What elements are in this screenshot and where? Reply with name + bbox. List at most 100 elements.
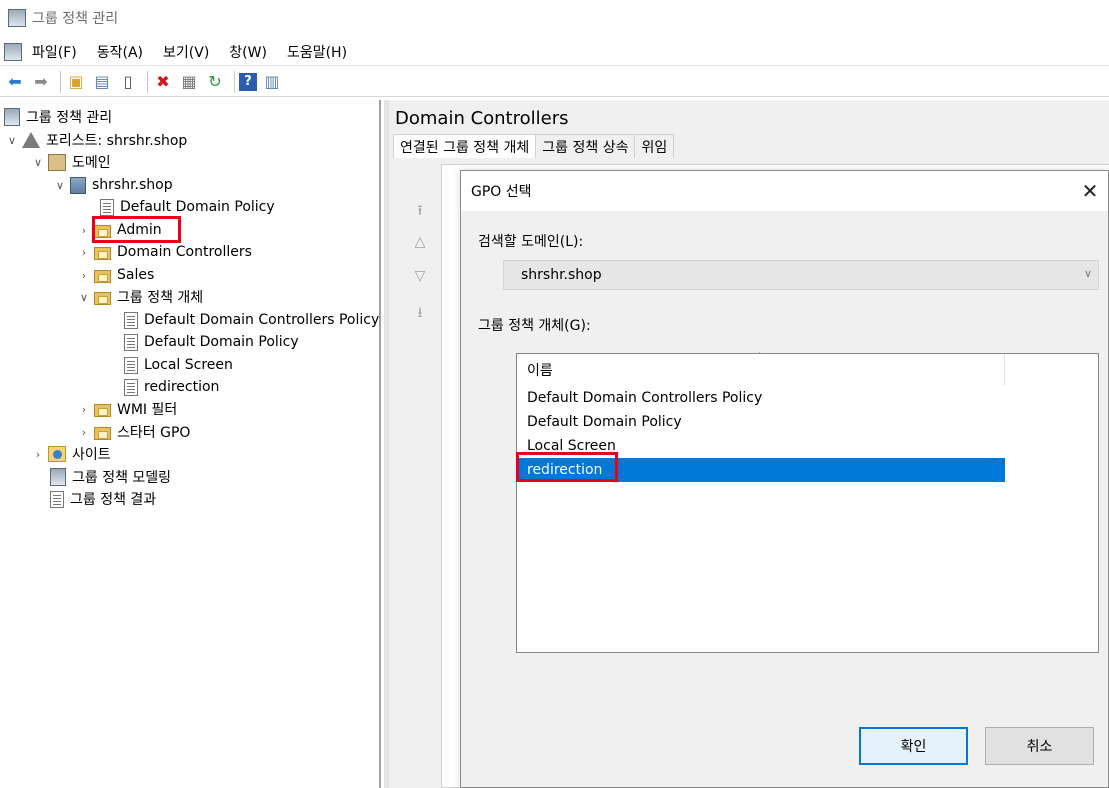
move-bottom-icon[interactable]: ⭳ [411,302,429,321]
chevron-down-icon[interactable]: ∨ [78,291,90,304]
chevron-down-icon[interactable]: ∨ [54,179,66,192]
ok-button[interactable]: 확인 [859,727,968,765]
chevron-down-icon[interactable]: ∨ [6,134,18,147]
gpo-list[interactable]: ˆ 이름 Default Domain Controllers Policy D… [516,352,1099,653]
list-item[interactable]: Default Domain Policy [517,410,1005,434]
refresh-icon[interactable]: ↻ [204,71,226,93]
delete-icon[interactable]: ✖ [152,71,174,93]
move-top-icon[interactable]: ⭱ [411,200,429,219]
ou-folder-icon [94,246,111,260]
tab-linked-gpos[interactable]: 연결된 그룹 정책 개체 [393,134,537,158]
show-hide-tree-icon[interactable]: ▤ [91,71,113,93]
tree-item-root[interactable]: 그룹 정책 관리 [4,106,112,128]
tree-item-label: Default Domain Policy [144,334,299,350]
sites-icon [48,446,66,462]
list-item[interactable]: Default Domain Controllers Policy [517,386,1005,410]
tree-item-label: 그룹 정책 결과 [70,492,157,508]
gpo-icon [124,378,138,396]
column-header-label: 이름 [527,363,553,379]
dialog-titlebar: GPO 선택 [461,171,1108,211]
menu-bar: 파일(F) 동작(A) 보기(V) 창(W) 도움말(H) [0,38,1109,66]
tree-item-label: redirection [144,379,220,395]
domain-select-value: shrshr.shop [521,267,602,283]
tree-item-label: 포리스트: shrshr.shop [46,133,188,149]
toolbar-separator [234,70,235,93]
forward-icon[interactable]: ➡ [30,71,52,93]
tree-item-starter-gpos[interactable]: › 스타터 GPO [78,421,191,443]
tab-inheritance[interactable]: 그룹 정책 상속 [535,134,636,158]
tree-item-gpo[interactable]: Local Screen [124,354,233,376]
tree-item-label: Default Domain Controllers Policy [144,312,380,328]
column-header-name[interactable]: ˆ 이름 [517,352,1005,386]
tab-delegation[interactable]: 위임 [634,134,675,158]
chevron-right-icon[interactable]: › [78,269,90,282]
chevron-right-icon[interactable]: › [78,246,90,259]
tree-item-gpo[interactable]: Default Domain Controllers Policy [124,309,379,331]
tree-item-results[interactable]: 그룹 정책 결과 [50,488,156,510]
tree-item-label: 스타터 GPO [117,425,191,441]
tree-item-gpo-container[interactable]: ∨ 그룹 정책 개체 [78,286,203,308]
tree-item-label: Local Screen [144,357,233,373]
toolbar: ⬅ ➡ ▣ ▤ ▯ ✖ ▦ ↻ ? ▥ [0,67,1109,97]
help-icon[interactable]: ? [239,72,257,91]
back-icon[interactable]: ⬅ [4,71,26,93]
console-tree: 그룹 정책 관리 ∨ 포리스트: shrshr.shop ∨ 도메인 ∨ shr… [0,100,381,788]
menu-window[interactable]: 창(W) [229,42,267,62]
tree-item-domains[interactable]: ∨ 도메인 [32,151,111,173]
modeling-icon [50,468,66,486]
tree-item-domain[interactable]: ∨ shrshr.shop [54,174,173,196]
tree-item-label: 그룹 정책 관리 [26,110,113,126]
chevron-right-icon[interactable]: › [78,224,90,237]
move-up-icon[interactable]: △ [411,234,429,250]
properties-icon[interactable]: ▦ [178,71,200,93]
gpo-folder-icon [94,291,111,305]
menu-view[interactable]: 보기(V) [163,42,209,62]
chevron-right-icon[interactable]: › [78,426,90,439]
domain-select[interactable]: shrshr.shop ∨ [503,260,1099,290]
tree-item-gpo[interactable]: redirection [124,376,219,398]
clipboard-icon[interactable]: ▯ [117,71,139,93]
chevron-down-icon[interactable]: ∨ [1084,267,1092,280]
sort-ascending-icon: ˆ [757,352,762,363]
tree-item-label: shrshr.shop [92,177,173,193]
tree-item-sites[interactable]: › 사이트 [32,443,111,465]
details-title: Domain Controllers [395,108,569,129]
tree-item-label: 도메인 [72,155,111,171]
tree-item-sales-ou[interactable]: › Sales [78,264,154,286]
highlight-box-admin [92,216,181,243]
tree-item-domain-controllers-ou[interactable]: › Domain Controllers [78,241,252,263]
move-down-icon[interactable]: ▽ [411,268,429,284]
ou-folder-icon [94,269,111,283]
tree-item-label: 그룹 정책 모델링 [72,470,172,486]
tree-item-modeling[interactable]: 그룹 정책 모델링 [50,466,171,488]
domain-icon [70,176,86,194]
system-menu-icon[interactable] [4,42,22,61]
up-folder-icon[interactable]: ▣ [65,71,87,93]
chevron-down-icon[interactable]: ∨ [32,156,44,169]
dialog-title: GPO 선택 [471,184,532,200]
highlight-box-redirection [516,452,618,482]
domains-icon [48,153,66,171]
forest-icon [22,132,40,148]
gpo-icon [124,333,138,351]
tree-item-default-domain-policy-link[interactable]: Default Domain Policy [100,196,275,218]
tree-item-wmi-filters[interactable]: › WMI 필터 [78,398,177,420]
tree-item-label: Domain Controllers [117,244,252,260]
menu-action[interactable]: 동작(A) [97,42,143,62]
menu-help[interactable]: 도움말(H) [287,42,347,62]
view-icon[interactable]: ▥ [261,71,283,93]
close-icon[interactable]: ✕ [1078,179,1102,203]
tree-item-gpo[interactable]: Default Domain Policy [124,331,299,353]
gpo-link-icon [100,198,114,216]
tree-item-forest[interactable]: ∨ 포리스트: shrshr.shop [6,129,187,151]
menu-file[interactable]: 파일(F) [32,42,77,62]
gpmc-app-icon [8,9,26,27]
tree-item-label: WMI 필터 [117,402,178,418]
gpmc-icon [4,108,20,126]
toolbar-separator [60,70,61,93]
window-title: 그룹 정책 관리 [32,11,119,27]
starter-gpo-folder-icon [94,426,111,440]
chevron-right-icon[interactable]: › [32,448,44,461]
chevron-right-icon[interactable]: › [78,403,90,416]
cancel-button[interactable]: 취소 [985,727,1094,765]
